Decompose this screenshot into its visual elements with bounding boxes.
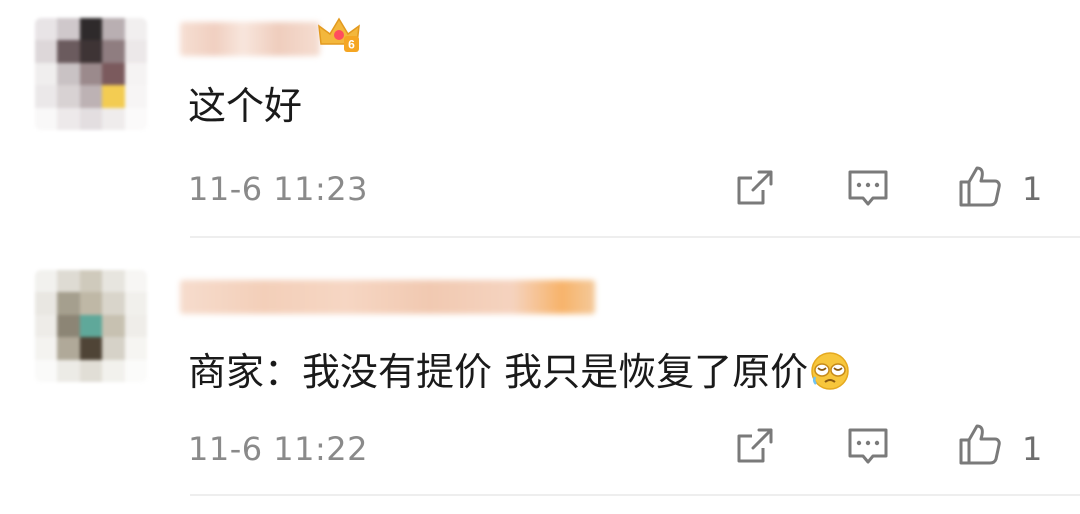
avatar-mosaic-cell xyxy=(35,314,58,338)
avatar-mosaic-cell xyxy=(102,85,125,108)
avatar-mosaic-cell xyxy=(35,18,58,41)
avatar-mosaic-cell xyxy=(124,337,147,360)
comment-time: 11-6 11:23 xyxy=(188,170,369,208)
badge-level: 6 xyxy=(348,38,355,52)
comment-reply-icon[interactable] xyxy=(846,166,890,210)
avatar-mosaic-cell xyxy=(79,85,103,108)
avatar-mosaic-cell xyxy=(102,270,125,293)
avatar-mosaic-cell xyxy=(124,314,147,338)
avatar[interactable] xyxy=(35,18,147,130)
avatar-mosaic-cell xyxy=(79,314,103,338)
avatar-mosaic-cell xyxy=(102,314,125,338)
avatar-mosaic-cell xyxy=(79,18,103,41)
divider xyxy=(190,494,1080,496)
avatar-mosaic-cell xyxy=(57,314,80,338)
like-count: 1 xyxy=(1022,430,1043,468)
avatar-mosaic-cell xyxy=(124,292,147,315)
avatar-mosaic-cell xyxy=(57,18,80,41)
username-blurred[interactable] xyxy=(180,22,320,56)
avatar-mosaic-cell xyxy=(35,62,58,86)
comment-time: 11-6 11:22 xyxy=(188,430,369,468)
avatar-mosaic-cell xyxy=(57,40,80,63)
avatar-mosaic-cell xyxy=(79,62,103,86)
avatar-mosaic-cell xyxy=(124,18,147,41)
avatar-mosaic-cell xyxy=(79,270,103,293)
thumbs-up-icon[interactable] xyxy=(958,422,1002,466)
avatar[interactable] xyxy=(35,270,147,382)
avatar-mosaic-cell xyxy=(57,62,80,86)
avatar-mosaic-cell xyxy=(35,359,58,382)
avatar-mosaic-cell xyxy=(102,40,125,63)
crying-emoji-icon xyxy=(811,352,849,390)
username-blurred[interactable] xyxy=(180,280,595,314)
avatar-mosaic-cell xyxy=(57,270,80,293)
avatar-mosaic-cell xyxy=(57,85,80,108)
avatar-mosaic-cell xyxy=(124,359,147,382)
comment-text-content: 商家：我没有提价 我只是恢复了原价 xyxy=(188,350,809,394)
avatar-mosaic-cell xyxy=(124,270,147,293)
avatar-mosaic-cell xyxy=(79,40,103,63)
avatar-mosaic-cell xyxy=(79,359,103,382)
avatar-mosaic-cell xyxy=(79,292,103,315)
avatar-mosaic-cell xyxy=(35,337,58,360)
share-icon[interactable] xyxy=(733,166,777,210)
avatar-mosaic-cell xyxy=(79,107,103,130)
avatar-mosaic-cell xyxy=(102,107,125,130)
avatar-mosaic-cell xyxy=(57,359,80,382)
avatar-mosaic-cell xyxy=(124,85,147,108)
avatar-mosaic-cell xyxy=(124,62,147,86)
avatar-mosaic-cell xyxy=(79,337,103,360)
like-count: 1 xyxy=(1022,170,1043,208)
avatar-mosaic-cell xyxy=(102,292,125,315)
avatar-mosaic-cell xyxy=(124,107,147,130)
share-icon[interactable] xyxy=(733,424,777,468)
avatar-mosaic-cell xyxy=(57,107,80,130)
comment-text: 商家：我没有提价 我只是恢复了原价 xyxy=(188,348,850,396)
comment-item: 6 这个好 11-6 11:23 1 xyxy=(0,0,1080,238)
avatar-mosaic-cell xyxy=(102,337,125,360)
avatar-mosaic-cell xyxy=(102,18,125,41)
avatar-mosaic-cell xyxy=(35,107,58,130)
avatar-mosaic-cell xyxy=(35,85,58,108)
comment-item: 商家：我没有提价 我只是恢复了原价 11-6 11:22 1 xyxy=(0,238,1080,514)
avatar-mosaic-cell xyxy=(102,62,125,86)
avatar-mosaic-cell xyxy=(35,270,58,293)
comment-text: 这个好 xyxy=(188,84,303,128)
avatar-mosaic-cell xyxy=(35,40,58,63)
thumbs-up-icon[interactable] xyxy=(958,164,1002,208)
avatar-mosaic-cell xyxy=(57,337,80,360)
comment-reply-icon[interactable] xyxy=(846,424,890,468)
avatar-mosaic-cell xyxy=(102,359,125,382)
avatar-mosaic-cell xyxy=(35,292,58,315)
vip-crown-badge-icon: 6 xyxy=(318,17,360,52)
avatar-mosaic-cell xyxy=(57,292,80,315)
avatar-mosaic-cell xyxy=(124,40,147,63)
